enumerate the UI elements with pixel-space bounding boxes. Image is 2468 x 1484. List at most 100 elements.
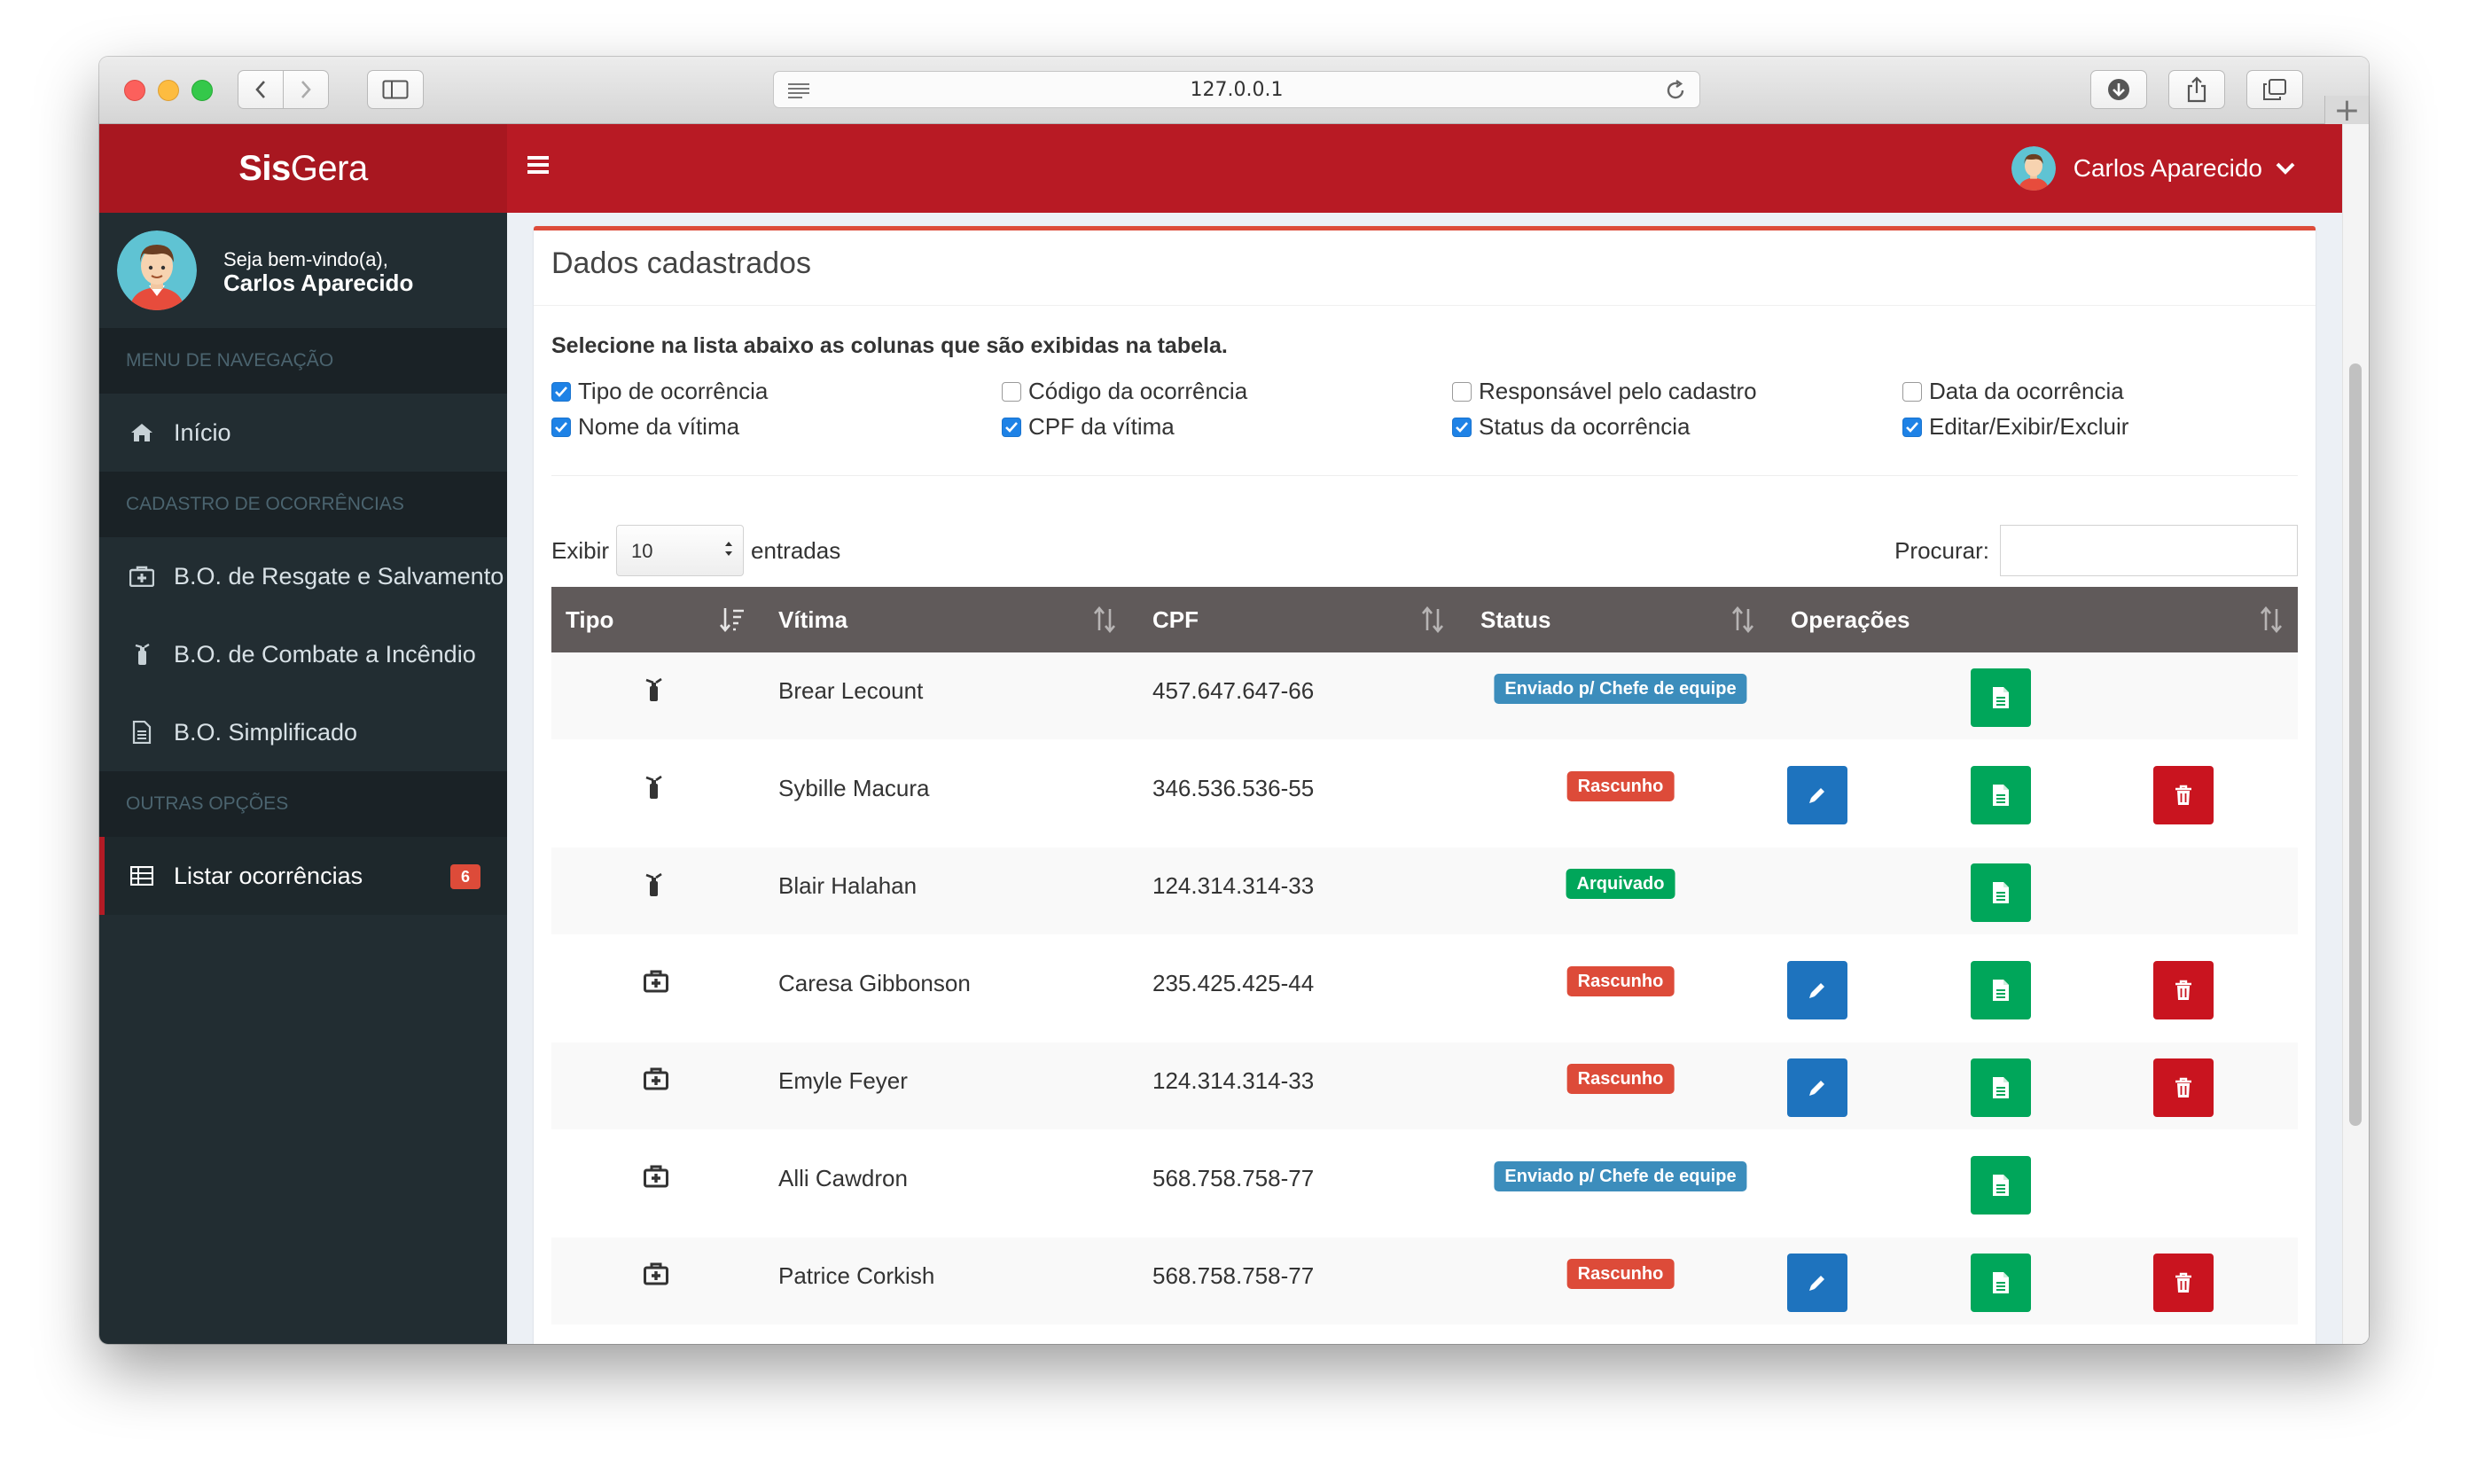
edit-button[interactable] <box>1787 766 1847 824</box>
view-button[interactable] <box>1971 668 2031 727</box>
share-icon <box>2187 76 2206 103</box>
address-bar[interactable]: 127.0.0.1 <box>773 71 1700 108</box>
app-logo[interactable]: Sis Gera <box>99 124 507 213</box>
sort-icon[interactable] <box>1730 606 1755 633</box>
sidebar-user-name: Carlos Aparecido <box>223 269 414 296</box>
sort-icon[interactable] <box>1420 606 1445 633</box>
sidebar-item-resgate[interactable]: B.O. de Resgate e Salvamento <box>99 537 507 615</box>
sort-desc-icon[interactable] <box>720 606 745 633</box>
zoom-window-button[interactable] <box>191 80 213 101</box>
file-text-icon <box>1993 1272 2009 1293</box>
checkmark-icon <box>1005 421 1018 433</box>
checkbox-checked[interactable] <box>1902 417 1922 437</box>
divider <box>551 475 2298 476</box>
delete-button[interactable] <box>2153 1254 2214 1312</box>
downloads-button[interactable] <box>2090 70 2147 109</box>
fire-extinguisher-icon <box>644 775 663 806</box>
column-toggle-label: CPF da vítima <box>1028 413 1175 440</box>
sidebar-item-inicio[interactable]: Início <box>99 394 507 472</box>
chevron-right-icon <box>301 81 311 98</box>
nav-header-outras: OUTRAS OPÇÕES <box>99 771 507 837</box>
tabs-overview-button[interactable] <box>2246 70 2303 109</box>
column-toggle[interactable]: Status da ocorrência <box>1452 413 1690 441</box>
edit-button[interactable] <box>1787 1058 1847 1117</box>
top-header: Carlos Aparecido <box>507 124 2342 213</box>
file-text-icon <box>1993 1077 2009 1098</box>
delete-button[interactable] <box>2153 766 2214 824</box>
checkbox-checked[interactable] <box>551 381 571 402</box>
column-toggle[interactable]: CPF da vítima <box>1002 413 1175 441</box>
view-button[interactable] <box>1971 1254 2031 1312</box>
column-toggle[interactable]: Tipo de ocorrência <box>551 378 768 405</box>
share-button[interactable] <box>2168 70 2225 109</box>
column-toggle-label: Nome da vítima <box>578 413 740 440</box>
scrollbar-thumb[interactable] <box>2349 363 2362 1126</box>
table-row: Sybille Macura 346.536.536-55 Rascunho <box>551 750 2298 837</box>
file-text-icon <box>1993 785 2009 806</box>
hamburger-icon[interactable] <box>527 154 550 179</box>
minimize-window-button[interactable] <box>158 80 179 101</box>
column-toggle[interactable]: Código da ocorrência <box>1002 378 1247 405</box>
medkit-icon <box>644 1165 668 1194</box>
view-button[interactable] <box>1971 766 2031 824</box>
close-window-button[interactable] <box>124 80 145 101</box>
delete-button[interactable] <box>2153 961 2214 1019</box>
view-button[interactable] <box>1971 1156 2031 1215</box>
file-text-icon <box>1993 882 2009 903</box>
column-toggle-label: Data da ocorrência <box>1929 378 2124 404</box>
reader-icon[interactable] <box>786 81 811 100</box>
new-tab-button[interactable]: + <box>2324 95 2369 127</box>
column-toggle[interactable]: Nome da vítima <box>551 413 739 441</box>
table-row: Blair Halahan 124.314.314-33 Arquivado <box>551 847 2298 934</box>
header-vitima[interactable]: Vítima <box>778 587 847 652</box>
avatar <box>2011 146 2056 191</box>
header-operacoes[interactable]: Operações <box>1791 587 1910 652</box>
column-toggle[interactable]: Data da ocorrência <box>1902 378 2124 405</box>
table-row: Alli Cawdron 568.758.758-77 Enviado p/ Che… <box>551 1140 2298 1227</box>
edit-button[interactable] <box>1787 1254 1847 1312</box>
file-text-icon <box>1993 1175 2009 1196</box>
checkmark-icon <box>1456 421 1468 433</box>
sidebar-item-combate[interactable]: B.O. de Combate a Incêndio <box>99 615 507 693</box>
victim-name: Patrice Corkish <box>778 1262 935 1289</box>
sidebar-toggle-button[interactable] <box>367 70 424 109</box>
status-badge: Enviado p/ Chefe de equipe <box>1494 674 1747 704</box>
search-input[interactable] <box>2000 525 2298 576</box>
checkbox[interactable] <box>1452 381 1472 402</box>
victim-cpf: 124.314.314-33 <box>1152 1067 1315 1094</box>
edit-button[interactable] <box>1787 961 1847 1019</box>
header-tipo[interactable]: Tipo <box>566 587 613 652</box>
trash-icon <box>2175 1077 2191 1097</box>
sidebar-item-listar[interactable]: Listar ocorrências 6 <box>99 837 507 915</box>
sidebar-icon <box>382 80 409 99</box>
file-text-icon <box>1993 980 2009 1001</box>
back-button[interactable] <box>238 70 284 109</box>
victim-cpf: 124.314.314-33 <box>1152 872 1315 899</box>
checkbox-checked[interactable] <box>551 417 571 437</box>
sort-icon[interactable] <box>1092 606 1117 633</box>
sidebar-item-simplificado[interactable]: B.O. Simplificado <box>99 693 507 771</box>
delete-button[interactable] <box>2153 1058 2214 1117</box>
column-toggle[interactable]: Responsável pelo cadastro <box>1452 378 1757 405</box>
scrollbar[interactable] <box>2342 124 2369 1344</box>
view-button[interactable] <box>1971 961 2031 1019</box>
app: Sis Gera Seja bem-vindo(a), Carlos Apare… <box>99 124 2369 1344</box>
sort-icon[interactable] <box>2259 606 2284 633</box>
header-status[interactable]: Status <box>1480 587 1550 652</box>
header-cpf[interactable]: CPF <box>1152 587 1199 652</box>
view-button[interactable] <box>1971 1058 2031 1117</box>
forward-button[interactable] <box>283 70 329 109</box>
checkbox-checked[interactable] <box>1002 417 1021 437</box>
pencil-icon <box>1809 1081 1824 1096</box>
victim-cpf: 346.536.536-55 <box>1152 775 1315 801</box>
reload-icon[interactable] <box>1664 79 1687 102</box>
page-length-select[interactable]: 10 <box>616 525 745 576</box>
user-menu[interactable]: Carlos Aparecido <box>2011 124 2296 213</box>
checkbox[interactable] <box>1002 381 1021 402</box>
tabs-icon <box>2263 79 2286 100</box>
checkbox-checked[interactable] <box>1452 417 1472 437</box>
chevron-down-icon <box>2276 162 2295 175</box>
checkbox[interactable] <box>1902 381 1922 402</box>
view-button[interactable] <box>1971 863 2031 922</box>
column-toggle[interactable]: Editar/Exibir/Excluir <box>1902 413 2128 441</box>
